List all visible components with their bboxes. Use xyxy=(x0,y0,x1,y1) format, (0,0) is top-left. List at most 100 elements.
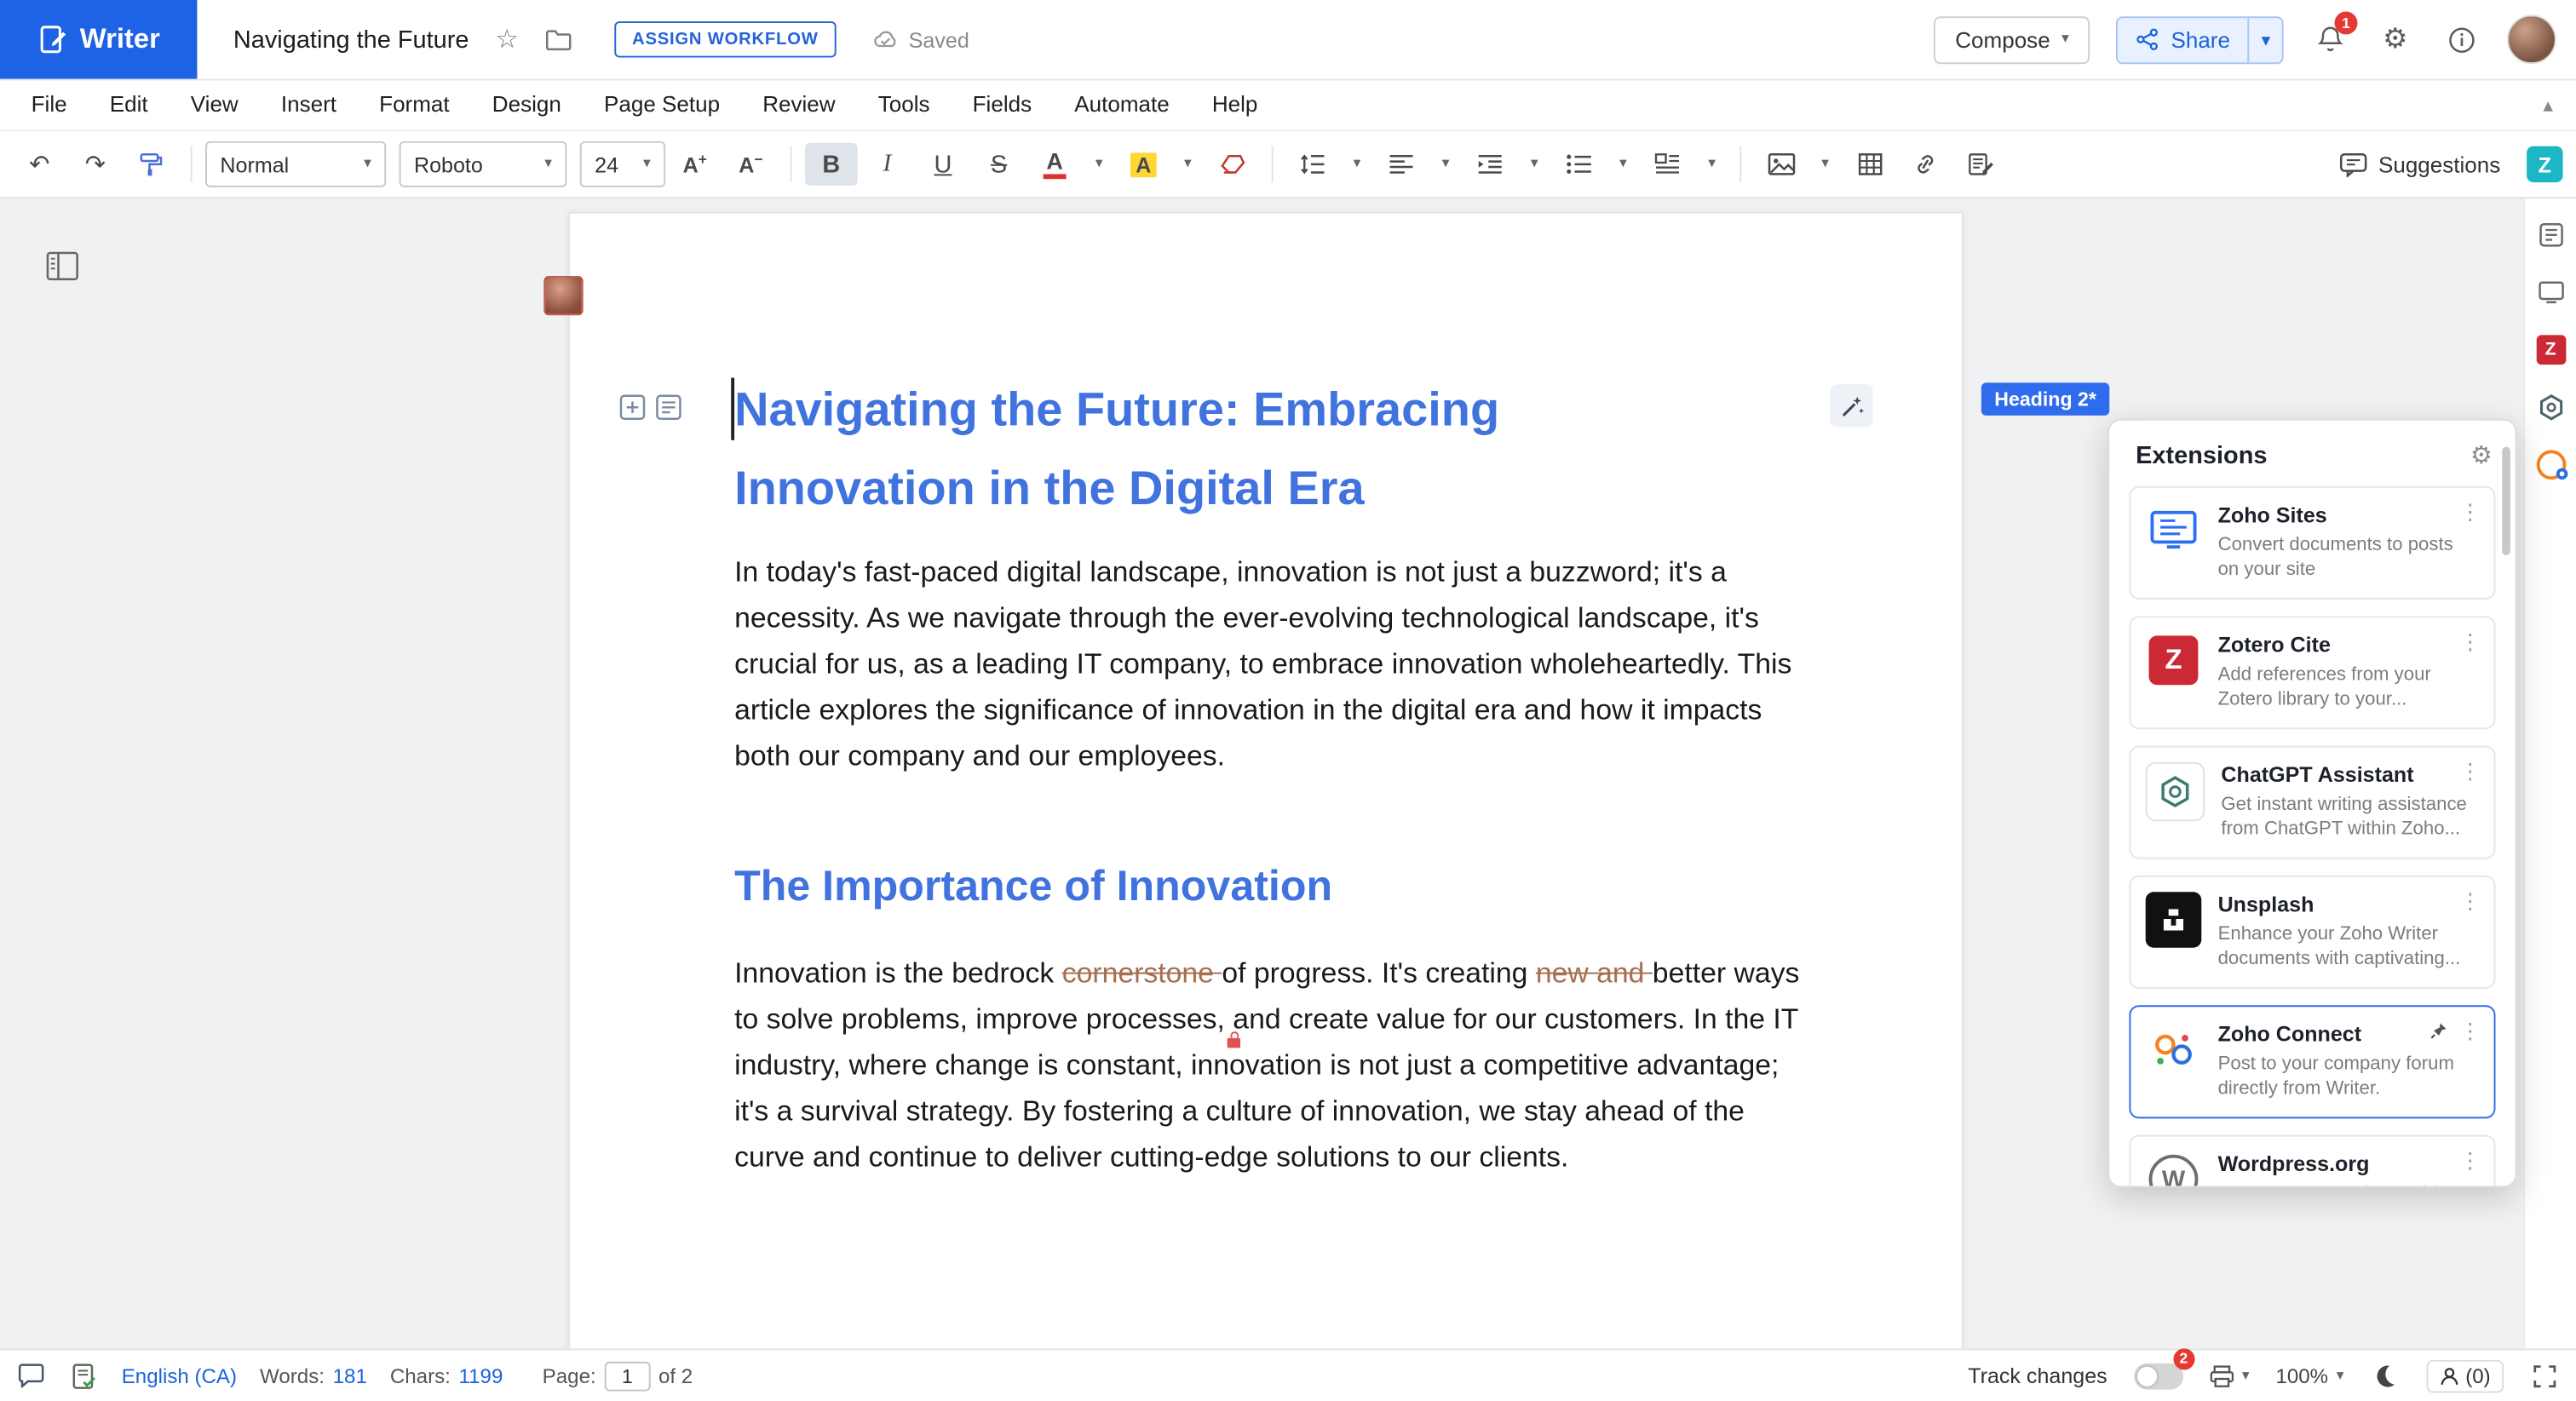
text-align-chevron[interactable]: ▾ xyxy=(1431,143,1461,186)
document-navigation-icon[interactable] xyxy=(46,251,79,281)
extension-zoho-sites[interactable]: Zoho Sites Convert documents to posts on… xyxy=(2129,486,2495,600)
collaborator-avatar[interactable] xyxy=(543,276,583,315)
extension-zotero-cite[interactable]: Z Zotero Cite Add references from your Z… xyxy=(2129,616,2495,729)
ai-tools-button[interactable] xyxy=(1830,384,1872,427)
undo-button[interactable]: ↶ xyxy=(13,143,66,186)
extensions-scrollbar[interactable] xyxy=(2502,447,2510,555)
font-family-select[interactable]: Roboto ▾ xyxy=(400,141,567,187)
underline-button[interactable]: U xyxy=(917,143,969,186)
kebab-menu-icon[interactable]: ⋮ xyxy=(2459,501,2481,525)
share-options-chevron[interactable]: ▾ xyxy=(2248,17,2282,61)
user-avatar[interactable] xyxy=(2507,14,2556,64)
indent-chevron[interactable]: ▾ xyxy=(1520,143,1550,186)
favorite-star-icon[interactable]: ☆ xyxy=(495,26,519,53)
viewers-count[interactable]: (0) xyxy=(2426,1359,2504,1392)
menu-fields[interactable]: Fields xyxy=(952,80,1054,129)
menu-design[interactable]: Design xyxy=(471,80,583,129)
extension-zoho-connect[interactable]: Zoho Connect Post to your company forum … xyxy=(2129,1005,2495,1118)
language-selector[interactable]: English (CA) xyxy=(122,1364,237,1387)
document-paragraph-1[interactable]: In today's fast-paced digital landscape,… xyxy=(734,548,1805,778)
print-layout-button[interactable]: ▾ xyxy=(2209,1364,2249,1387)
extension-chatgpt-assistant[interactable]: ChatGPT Assistant Get instant writing as… xyxy=(2129,746,2495,859)
clear-formatting-button[interactable] xyxy=(1206,143,1259,186)
rail-zoho-connect-icon[interactable] xyxy=(2534,448,2567,481)
extension-unsplash[interactable]: Unsplash Enhance your Zoho Writer docume… xyxy=(2129,876,2495,989)
insert-image-chevron[interactable]: ▾ xyxy=(1810,143,1840,186)
paragraph-style-select[interactable]: Normal ▾ xyxy=(205,141,386,187)
redo-button[interactable]: ↷ xyxy=(69,143,122,186)
kebab-menu-icon[interactable]: ⋮ xyxy=(2459,1020,2481,1045)
extensions-settings-gear-icon[interactable]: ⚙ xyxy=(2470,440,2493,470)
insert-table-button[interactable] xyxy=(1843,143,1896,186)
kebab-menu-icon[interactable]: ⋮ xyxy=(2459,631,2481,656)
italic-button[interactable]: I xyxy=(861,143,914,186)
font-color-button[interactable]: A xyxy=(1028,143,1081,186)
add-block-icon[interactable] xyxy=(619,394,646,421)
fullscreen-icon[interactable] xyxy=(2530,1361,2560,1391)
decrease-font-size-button[interactable]: A− xyxy=(724,143,777,186)
menu-help[interactable]: Help xyxy=(1191,80,1279,129)
night-mode-icon[interactable] xyxy=(2370,1361,2400,1391)
folder-icon[interactable] xyxy=(545,28,572,51)
menu-edit[interactable]: Edit xyxy=(89,80,170,129)
notifications-button[interactable]: 1 xyxy=(2310,20,2349,59)
insert-signature-button[interactable] xyxy=(1955,143,2008,186)
insert-image-button[interactable] xyxy=(1755,143,1808,186)
rail-zoho-sites-icon[interactable] xyxy=(2534,276,2567,309)
strikethrough-button[interactable]: S xyxy=(973,143,1026,186)
proofing-icon[interactable] xyxy=(69,1361,99,1391)
rail-zotero-icon[interactable]: Z xyxy=(2534,333,2567,366)
assign-workflow-button[interactable]: ASSIGN WORKFLOW xyxy=(614,21,837,57)
bullet-list-button[interactable] xyxy=(1552,143,1605,186)
bold-button[interactable]: B xyxy=(805,143,858,186)
rail-document-info-icon[interactable] xyxy=(2534,218,2567,251)
tracked-deletion[interactable]: cornerstone xyxy=(1062,956,1222,989)
help-info-icon[interactable] xyxy=(2441,20,2481,59)
menu-review[interactable]: Review xyxy=(741,80,857,129)
kebab-menu-icon[interactable]: ⋮ xyxy=(2459,890,2481,915)
paragraph-spacing-button[interactable] xyxy=(1642,143,1694,186)
document-page[interactable]: Navigating the Future: Embracing Innovat… xyxy=(568,212,1963,1349)
format-painter-button[interactable] xyxy=(125,143,178,186)
track-changes-toggle[interactable]: 2 xyxy=(2134,1363,2183,1389)
paragraph-options-icon[interactable] xyxy=(655,394,681,421)
menu-insert[interactable]: Insert xyxy=(260,80,358,129)
compose-button[interactable]: Compose ▾ xyxy=(1934,15,2090,63)
rail-chatgpt-icon[interactable] xyxy=(2534,391,2567,424)
zoom-selector[interactable]: 100% ▾ xyxy=(2275,1364,2343,1387)
highlight-color-button[interactable]: A xyxy=(1117,143,1170,186)
line-spacing-chevron[interactable]: ▾ xyxy=(1343,143,1372,186)
char-count[interactable]: Chars: 1199 xyxy=(390,1364,503,1387)
highlight-color-chevron[interactable]: ▾ xyxy=(1173,143,1203,186)
kebab-menu-icon[interactable]: ⋮ xyxy=(2459,1150,2481,1174)
extension-wordpress[interactable]: W Wordpress.org Post to your WordPress b… xyxy=(2129,1135,2495,1188)
pin-icon[interactable] xyxy=(2429,1022,2447,1040)
menu-view[interactable]: View xyxy=(170,80,260,129)
tracked-deletion[interactable]: new and xyxy=(1536,956,1653,989)
insert-link-button[interactable] xyxy=(1899,143,1952,186)
menu-page-setup[interactable]: Page Setup xyxy=(583,80,741,129)
paragraph-spacing-chevron[interactable]: ▾ xyxy=(1697,143,1727,186)
indent-button[interactable] xyxy=(1463,143,1516,186)
list-chevron[interactable]: ▾ xyxy=(1608,143,1638,186)
suggestions-button[interactable]: Suggestions xyxy=(2339,152,2501,176)
menu-file[interactable]: File xyxy=(10,80,89,129)
zia-assistant-icon[interactable]: Z xyxy=(2527,146,2562,182)
writer-logo[interactable]: Writer xyxy=(0,0,197,79)
menu-tools[interactable]: Tools xyxy=(857,80,952,129)
settings-gear-icon[interactable]: ⚙ xyxy=(2376,20,2415,59)
font-size-select[interactable]: 24 ▾ xyxy=(580,141,665,187)
font-color-chevron[interactable]: ▾ xyxy=(1084,143,1114,186)
word-count[interactable]: Words: 181 xyxy=(260,1364,367,1387)
document-paragraph-2[interactable]: Innovation is the bedrock cornerstone of… xyxy=(734,950,1805,1180)
text-align-button[interactable] xyxy=(1375,143,1428,186)
menu-automate[interactable]: Automate xyxy=(1053,80,1191,129)
kebab-menu-icon[interactable]: ⋮ xyxy=(2459,761,2481,785)
document-heading-2[interactable]: The Importance of Innovation xyxy=(734,861,1332,912)
document-heading-1[interactable]: Navigating the Future: Embracing Innovat… xyxy=(734,371,1704,529)
menu-format[interactable]: Format xyxy=(358,80,471,129)
comments-icon[interactable] xyxy=(16,1361,46,1391)
document-title[interactable]: Navigating the Future xyxy=(233,26,469,54)
share-button[interactable]: Share xyxy=(2119,17,2248,61)
collapse-toolbar-icon[interactable]: ▴ xyxy=(2543,94,2553,117)
